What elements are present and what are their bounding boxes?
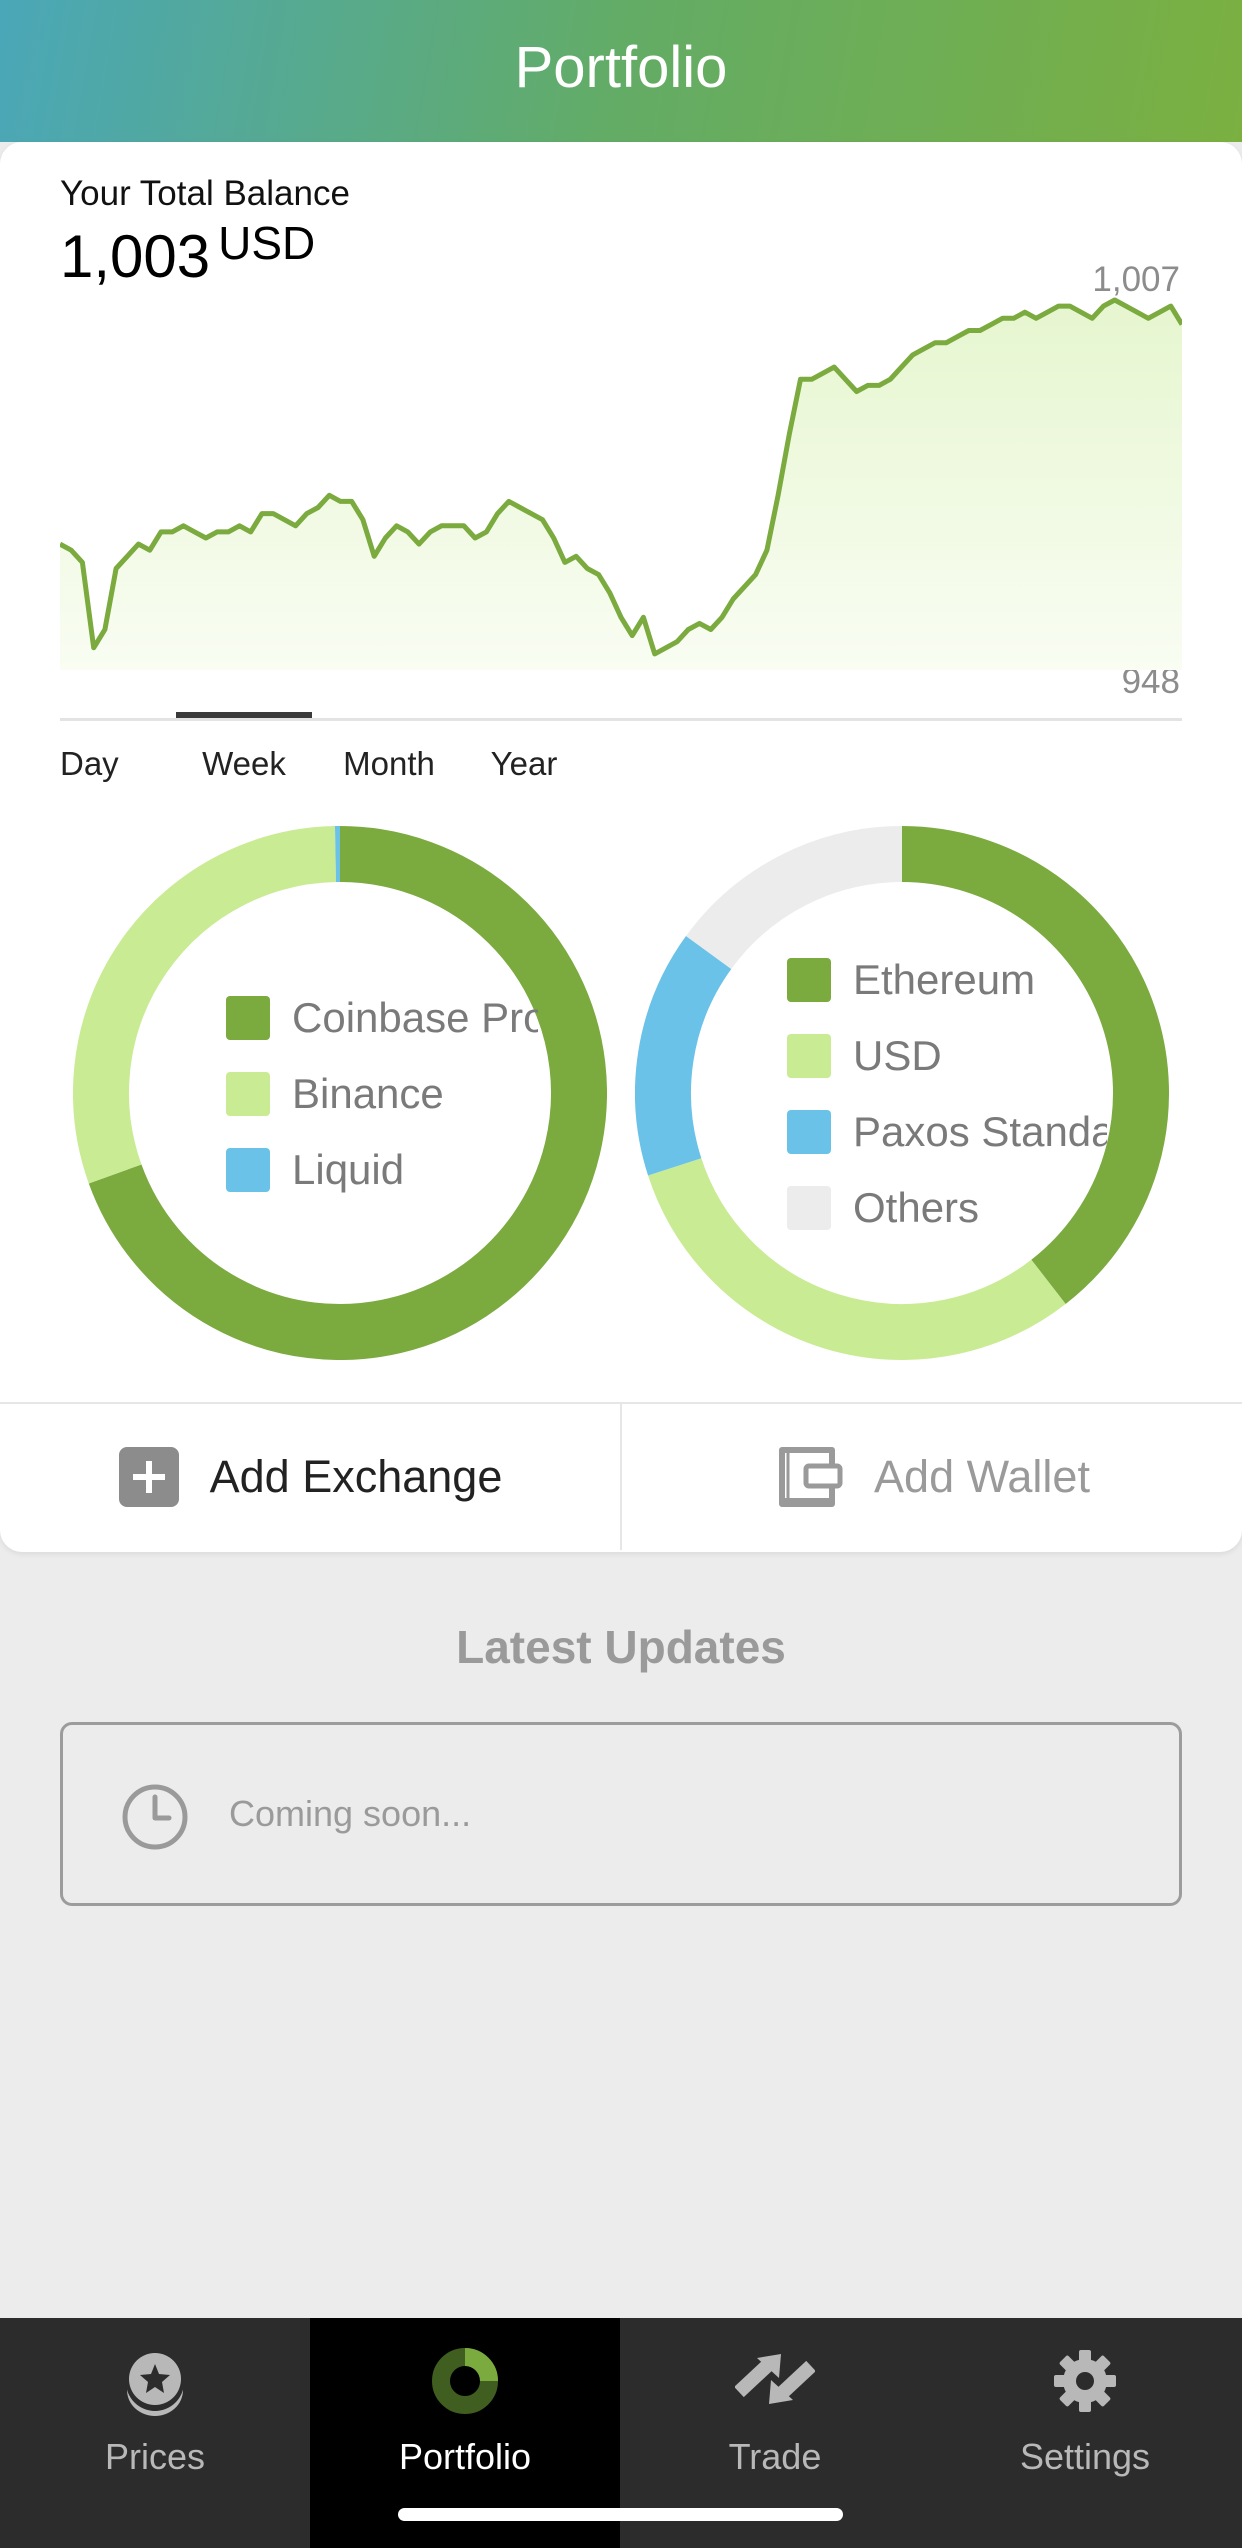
account-actions: Add Exchange Add Wallet bbox=[0, 1402, 1242, 1550]
wallet-icon bbox=[779, 1447, 843, 1507]
legend-item: Paxos Standard bbox=[787, 1094, 1107, 1170]
legend-label: Binance bbox=[292, 1070, 444, 1117]
legend-item: Binance bbox=[226, 1056, 538, 1132]
add-exchange-label: Add Exchange bbox=[209, 1451, 503, 1502]
home-indicator bbox=[398, 2508, 843, 2521]
legend-label: Coinbase Pro bbox=[292, 994, 538, 1041]
tab-prices-label: Prices bbox=[104, 2436, 206, 2477]
legend-swatch bbox=[787, 958, 831, 1002]
add-wallet-label: Add Wallet bbox=[874, 1451, 1090, 1502]
legend-swatch bbox=[787, 1034, 831, 1078]
legend-item: Others bbox=[787, 1170, 1107, 1246]
legend-swatch bbox=[226, 1148, 270, 1192]
legend-swatch bbox=[787, 1110, 831, 1154]
balance-chart bbox=[60, 297, 1182, 670]
balance-currency: USD bbox=[218, 217, 316, 269]
donut-slice-others bbox=[686, 826, 903, 970]
updates-placeholder-text: Coming soon... bbox=[229, 1793, 472, 1834]
balance-label: Your Total Balance bbox=[60, 174, 350, 213]
legend-label: Ethereum bbox=[853, 956, 1036, 1003]
clock-icon bbox=[122, 1784, 188, 1850]
prices-icon bbox=[126, 2353, 184, 2416]
tab-trade-label: Trade bbox=[728, 2436, 822, 2477]
balance-value: 1,003 bbox=[60, 223, 211, 290]
donut-slice-paxos-standard bbox=[635, 936, 732, 1176]
latest-updates-title: Latest Updates bbox=[456, 1621, 786, 1673]
legend-label: Paxos Standard bbox=[853, 1108, 1107, 1155]
exchanges-legend: Coinbase Pro Binance Liquid bbox=[226, 980, 538, 1208]
tab-settings[interactable]: Settings bbox=[930, 2318, 1240, 2548]
legend-item: Ethereum bbox=[787, 942, 1107, 1018]
legend-item: Liquid bbox=[226, 1132, 538, 1208]
legend-label: Liquid bbox=[292, 1146, 405, 1193]
tab-week[interactable]: Week bbox=[176, 712, 312, 802]
tab-settings-label: Settings bbox=[1019, 2436, 1151, 2477]
tab-prices[interactable]: Prices bbox=[0, 2318, 310, 2548]
tab-day[interactable]: Day bbox=[60, 712, 119, 802]
legend-swatch bbox=[787, 1186, 831, 1230]
portfolio-icon bbox=[432, 2348, 498, 2414]
trade-icon bbox=[735, 2354, 815, 2404]
gear-icon bbox=[1054, 2350, 1116, 2412]
assets-legend: Ethereum USD Paxos Standard Others bbox=[787, 942, 1107, 1246]
page-title: Portfolio bbox=[514, 35, 728, 100]
page-header: Portfolio bbox=[0, 0, 1242, 142]
legend-label: Others bbox=[853, 1184, 980, 1231]
balance-amount: 1,003 USD bbox=[60, 217, 315, 291]
legend-swatch bbox=[226, 996, 270, 1040]
tab-year[interactable]: Year bbox=[490, 712, 558, 802]
tab-portfolio-label: Portfolio bbox=[398, 2436, 532, 2477]
tab-month[interactable]: Month bbox=[342, 712, 436, 802]
add-exchange-button[interactable]: Add Exchange bbox=[0, 1404, 620, 1550]
legend-label: USD bbox=[853, 1032, 942, 1079]
plus-square-icon bbox=[118, 1447, 179, 1507]
legend-item: Coinbase Pro bbox=[226, 980, 538, 1056]
updates-placeholder-card: Coming soon... bbox=[60, 1722, 1182, 1906]
legend-item: USD bbox=[787, 1018, 1107, 1094]
add-wallet-button[interactable]: Add Wallet bbox=[622, 1404, 1242, 1550]
legend-swatch bbox=[226, 1072, 270, 1116]
